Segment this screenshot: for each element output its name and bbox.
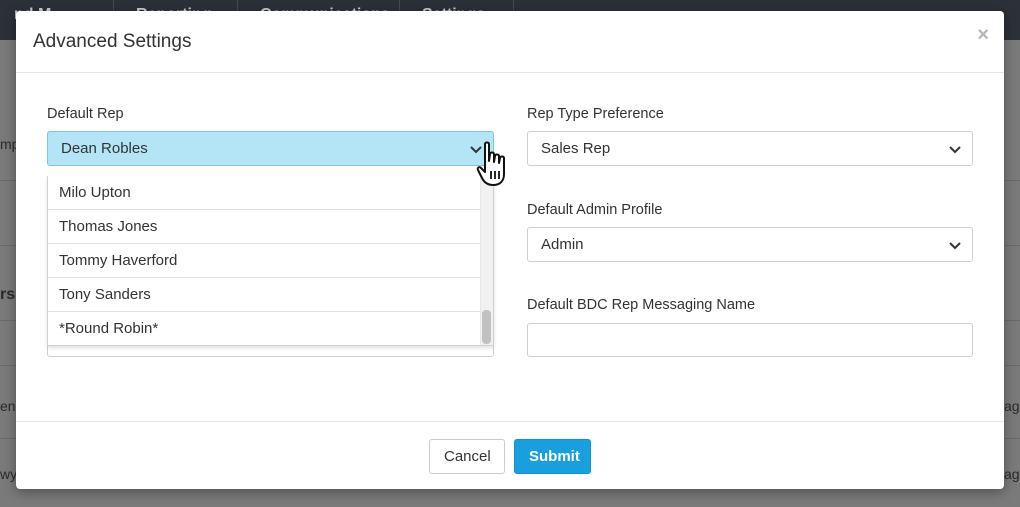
default-admin-profile-select[interactable]: Admin [527,227,973,262]
rep-type-preference-label: Rep Type Preference [527,106,664,122]
background-text: en [0,398,16,414]
cancel-button[interactable]: Cancel [429,439,505,474]
background-text: ag [1004,466,1020,482]
chevron-down-icon [949,242,961,250]
background-text: rs [0,286,16,303]
dropdown-option[interactable]: Milo Upton [48,176,482,210]
chevron-down-icon [949,146,961,154]
default-bdc-messaging-name-label: Default BDC Rep Messaging Name [527,297,756,313]
background-text: ag [1004,398,1020,414]
dropdown-scrollbar-thumb[interactable] [482,310,491,344]
modal-title: Advanced Settings [33,31,192,52]
rep-type-selected-value: Sales Rep [541,140,611,157]
submit-button[interactable]: Submit [514,439,591,474]
modal-footer: Cancel Submit [16,421,1004,489]
dropdown-option[interactable]: Tommy Haverford [48,244,482,278]
close-icon[interactable]: × [977,25,989,45]
default-admin-profile-label: Default Admin Profile [527,202,663,218]
default-rep-label: Default Rep [47,106,124,122]
default-rep-selected-value: Dean Robles [61,140,148,157]
default-rep-select[interactable]: Dean Robles [47,131,494,166]
modal-header: Advanced Settings × [16,11,1004,73]
admin-profile-selected-value: Admin [541,236,584,253]
dropdown-option[interactable]: *Round Robin* [48,312,482,345]
default-rep-dropdown-list[interactable]: Milo Upton Thomas Jones Tommy Haverford … [47,176,494,346]
hand-pointer-cursor-icon [476,141,505,186]
dropdown-options: Milo Upton Thomas Jones Tommy Haverford … [48,176,482,345]
dropdown-option[interactable]: Thomas Jones [48,210,482,244]
default-bdc-messaging-name-input[interactable] [527,323,973,357]
dropdown-option[interactable]: Tony Sanders [48,278,482,312]
advanced-settings-modal: Advanced Settings × Default Rep Dean Rob… [16,11,1004,489]
rep-type-preference-select[interactable]: Sales Rep [527,131,973,166]
